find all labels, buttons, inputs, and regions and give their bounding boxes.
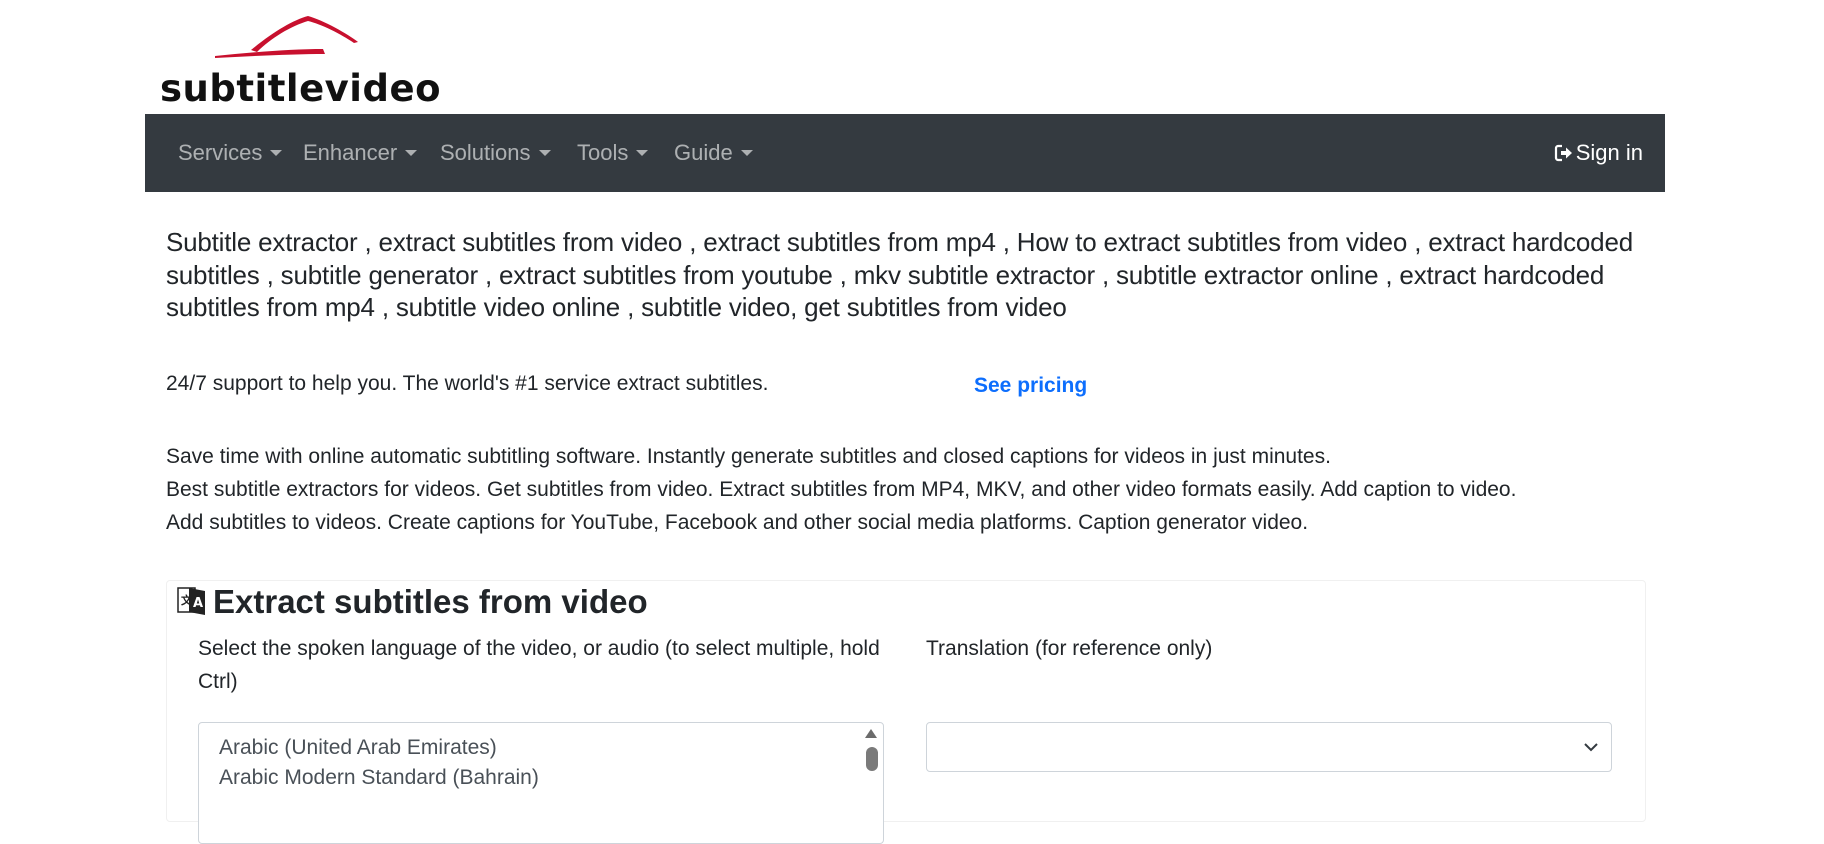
nav-item-label: Solutions	[440, 140, 531, 165]
translate-icon: 文 A	[177, 587, 205, 615]
language-option[interactable]: Arabic Modern Standard (Bahrain)	[199, 763, 883, 793]
sign-in-icon	[1554, 144, 1572, 162]
logo-swoosh-icon	[215, 16, 358, 58]
description-line: Best subtitle extractors for videos. Get…	[166, 478, 1517, 501]
card-title-text: Extract subtitles from video	[213, 583, 648, 620]
description-line: Save time with online automatic subtitli…	[166, 445, 1331, 468]
logo-text: subtitlevideo	[160, 67, 441, 110]
caret-down-icon	[740, 150, 753, 156]
scrollbar-thumb[interactable]	[866, 747, 878, 771]
nav-item-label: Tools	[577, 140, 629, 165]
caret-down-icon	[405, 150, 418, 156]
support-text: 24/7 support to help you. The world's #1…	[166, 372, 769, 395]
svg-text:A: A	[193, 596, 203, 611]
caret-down-icon	[270, 150, 283, 156]
caret-down-icon	[538, 150, 551, 156]
language-label: Select the spoken language of the video,…	[198, 637, 880, 693]
signin-link[interactable]: Sign in	[1554, 114, 1643, 192]
language-option[interactable]: Arabic (United Arab Emirates)	[199, 733, 883, 763]
keywords-heading: Subtitle extractor , extract subtitles f…	[166, 227, 1633, 322]
caret-down-icon	[636, 150, 649, 156]
svg-text:文: 文	[181, 593, 193, 607]
nav-item-label: Enhancer	[303, 140, 398, 165]
nav-item-services[interactable]: Services	[178, 114, 283, 192]
see-pricing-link[interactable]: See pricing	[974, 374, 1087, 398]
description-block: Save time with online automatic subtitli…	[166, 440, 1656, 539]
nav-item-label: Guide	[674, 140, 733, 165]
nav-item-guide[interactable]: Guide	[674, 114, 753, 192]
description-line: Add subtitles to videos. Create captions…	[166, 511, 1309, 534]
nav-item-tools[interactable]: Tools	[577, 114, 649, 192]
card-title: 文 A Extract subtitles from video	[177, 582, 648, 622]
translation-select[interactable]	[926, 722, 1612, 772]
nav-item-label: Services	[178, 140, 263, 165]
site-logo[interactable]: subtitlevideo	[153, 12, 440, 107]
translation-label: Translation (for reference only)	[926, 637, 1213, 660]
scroll-up-arrow-icon[interactable]	[865, 729, 877, 738]
nav-item-solutions[interactable]: Solutions	[440, 114, 551, 192]
signin-label: Sign in	[1575, 140, 1643, 165]
nav-item-enhancer[interactable]: Enhancer	[303, 114, 418, 192]
language-listbox[interactable]: Arabic (United Arab Emirates) Arabic Mod…	[198, 722, 884, 844]
main-navbar: Services Enhancer Solutions Tools Guide …	[145, 114, 1665, 192]
chevron-down-icon	[1584, 743, 1598, 752]
